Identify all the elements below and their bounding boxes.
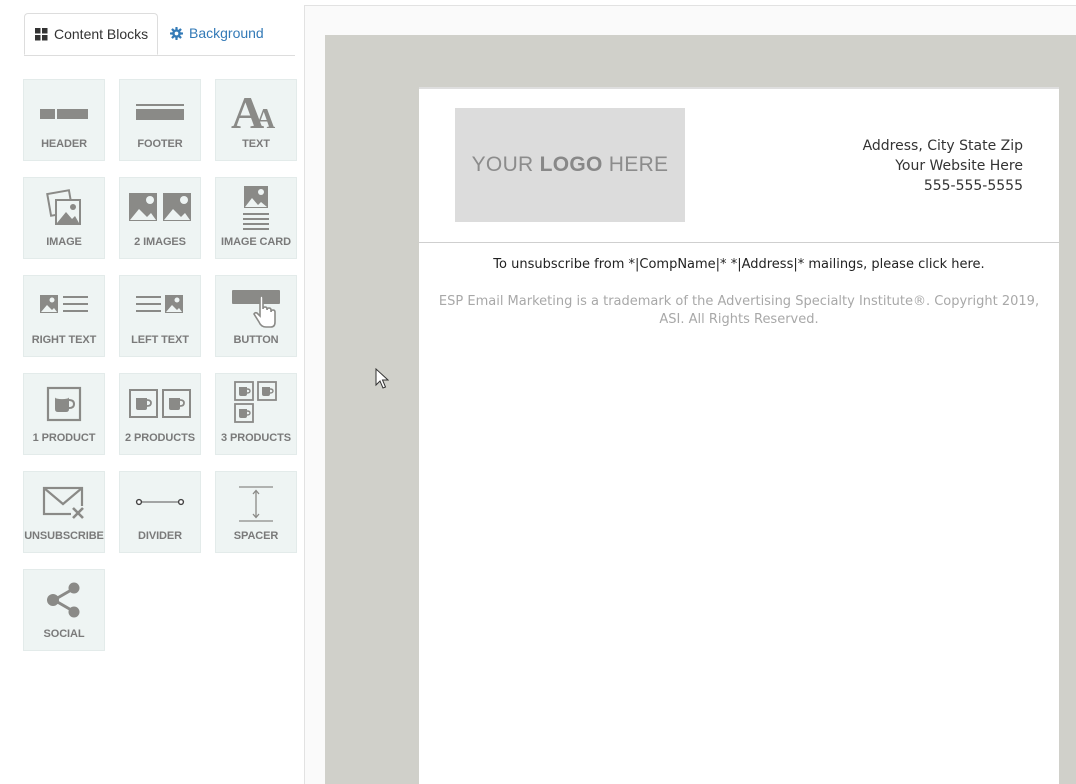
block-left-text[interactable]: LEFT TEXT — [119, 275, 201, 357]
block-text[interactable]: A A TEXT — [215, 79, 297, 161]
block-divider[interactable]: DIVIDER — [119, 471, 201, 553]
block-image[interactable]: IMAGE — [23, 177, 105, 259]
block-label: IMAGE CARD — [221, 236, 291, 248]
tab-background[interactable]: Background — [170, 13, 264, 54]
gear-icon — [170, 27, 183, 40]
block-label: 2 PRODUCTS — [125, 432, 195, 444]
panel-tabs: Content Blocks Background — [24, 13, 295, 56]
block-label: UNSUBSCRIBE — [24, 530, 104, 542]
block-footer[interactable]: FOOTER — [119, 79, 201, 161]
phone-text: 555-555-5555 — [923, 178, 1023, 194]
left-text-icon — [136, 295, 183, 313]
block-right-text[interactable]: RIGHT TEXT — [23, 275, 105, 357]
block-label: FOOTER — [137, 138, 183, 150]
tab-content-blocks[interactable]: Content Blocks — [24, 13, 158, 55]
tab-label: Background — [189, 25, 264, 41]
block-3-products[interactable]: 3 PRODUCTS — [215, 373, 297, 455]
logo-text-suffix: HERE — [602, 153, 669, 176]
divider-icon — [135, 498, 185, 506]
image-card-icon — [243, 186, 269, 230]
mouse-pointer-icon — [375, 367, 390, 395]
grid-icon — [35, 27, 48, 41]
block-image-card[interactable]: IMAGE CARD — [215, 177, 297, 259]
website-text: Your Website Here — [895, 158, 1023, 174]
block-button[interactable]: BUTTON — [215, 275, 297, 357]
block-label: IMAGE — [46, 236, 82, 248]
email-body[interactable]: YOUR LOGO HERE Address, City State Zip Y… — [419, 87, 1059, 784]
block-label: DIVIDER — [138, 530, 182, 542]
content-panel: Content Blocks Background HEADER FOOTER … — [0, 0, 304, 784]
share-icon — [47, 582, 80, 618]
block-spacer[interactable]: SPACER — [215, 471, 297, 553]
tab-label: Content Blocks — [54, 25, 149, 42]
block-label: TEXT — [242, 138, 270, 150]
header-icon — [40, 109, 88, 119]
unsubscribe-icon — [42, 486, 85, 520]
header-divider — [419, 242, 1059, 243]
block-label: LEFT TEXT — [131, 334, 189, 346]
block-label: 2 IMAGES — [134, 236, 186, 248]
block-label: SOCIAL — [43, 628, 85, 640]
logo-text-bold: LOGO — [539, 153, 603, 176]
unsubscribe-text[interactable]: To unsubscribe from *|CompName|* *|Addre… — [419, 257, 1059, 272]
three-products-icon — [234, 381, 277, 423]
contact-info[interactable]: Address, City State Zip Your Website Her… — [863, 136, 1023, 196]
block-label: RIGHT TEXT — [31, 334, 97, 346]
block-label: 1 PRODUCT — [32, 432, 96, 444]
trademark-text: ESP Email Marketing is a trademark of th… — [438, 294, 1040, 327]
right-text-icon — [40, 295, 88, 313]
block-1-product[interactable]: 1 PRODUCT — [23, 373, 105, 455]
address-text: Address, City State Zip — [862, 138, 1023, 154]
text-icon: A A — [231, 88, 276, 132]
svg-text:A: A — [255, 104, 276, 132]
logo-text-prefix: YOUR — [471, 153, 540, 176]
two-products-icon — [129, 389, 191, 418]
block-label: SPACER — [233, 530, 279, 542]
block-social[interactable]: SOCIAL — [23, 569, 105, 651]
spacer-icon — [239, 486, 273, 522]
block-label: BUTTON — [233, 334, 279, 346]
block-label: HEADER — [41, 138, 87, 150]
two-images-icon — [129, 193, 191, 221]
footer-icon — [136, 104, 184, 120]
logo-placeholder[interactable]: YOUR LOGO HERE — [455, 108, 685, 222]
block-2-images[interactable]: 2 IMAGES — [119, 177, 201, 259]
block-unsubscribe[interactable]: UNSUBSCRIBE — [23, 471, 105, 553]
block-header[interactable]: HEADER — [23, 79, 105, 161]
one-product-icon — [46, 386, 82, 422]
block-label: 3 PRODUCTS — [221, 432, 291, 444]
block-2-products[interactable]: 2 PRODUCTS — [119, 373, 201, 455]
button-icon — [232, 290, 280, 328]
image-icon — [46, 189, 81, 225]
